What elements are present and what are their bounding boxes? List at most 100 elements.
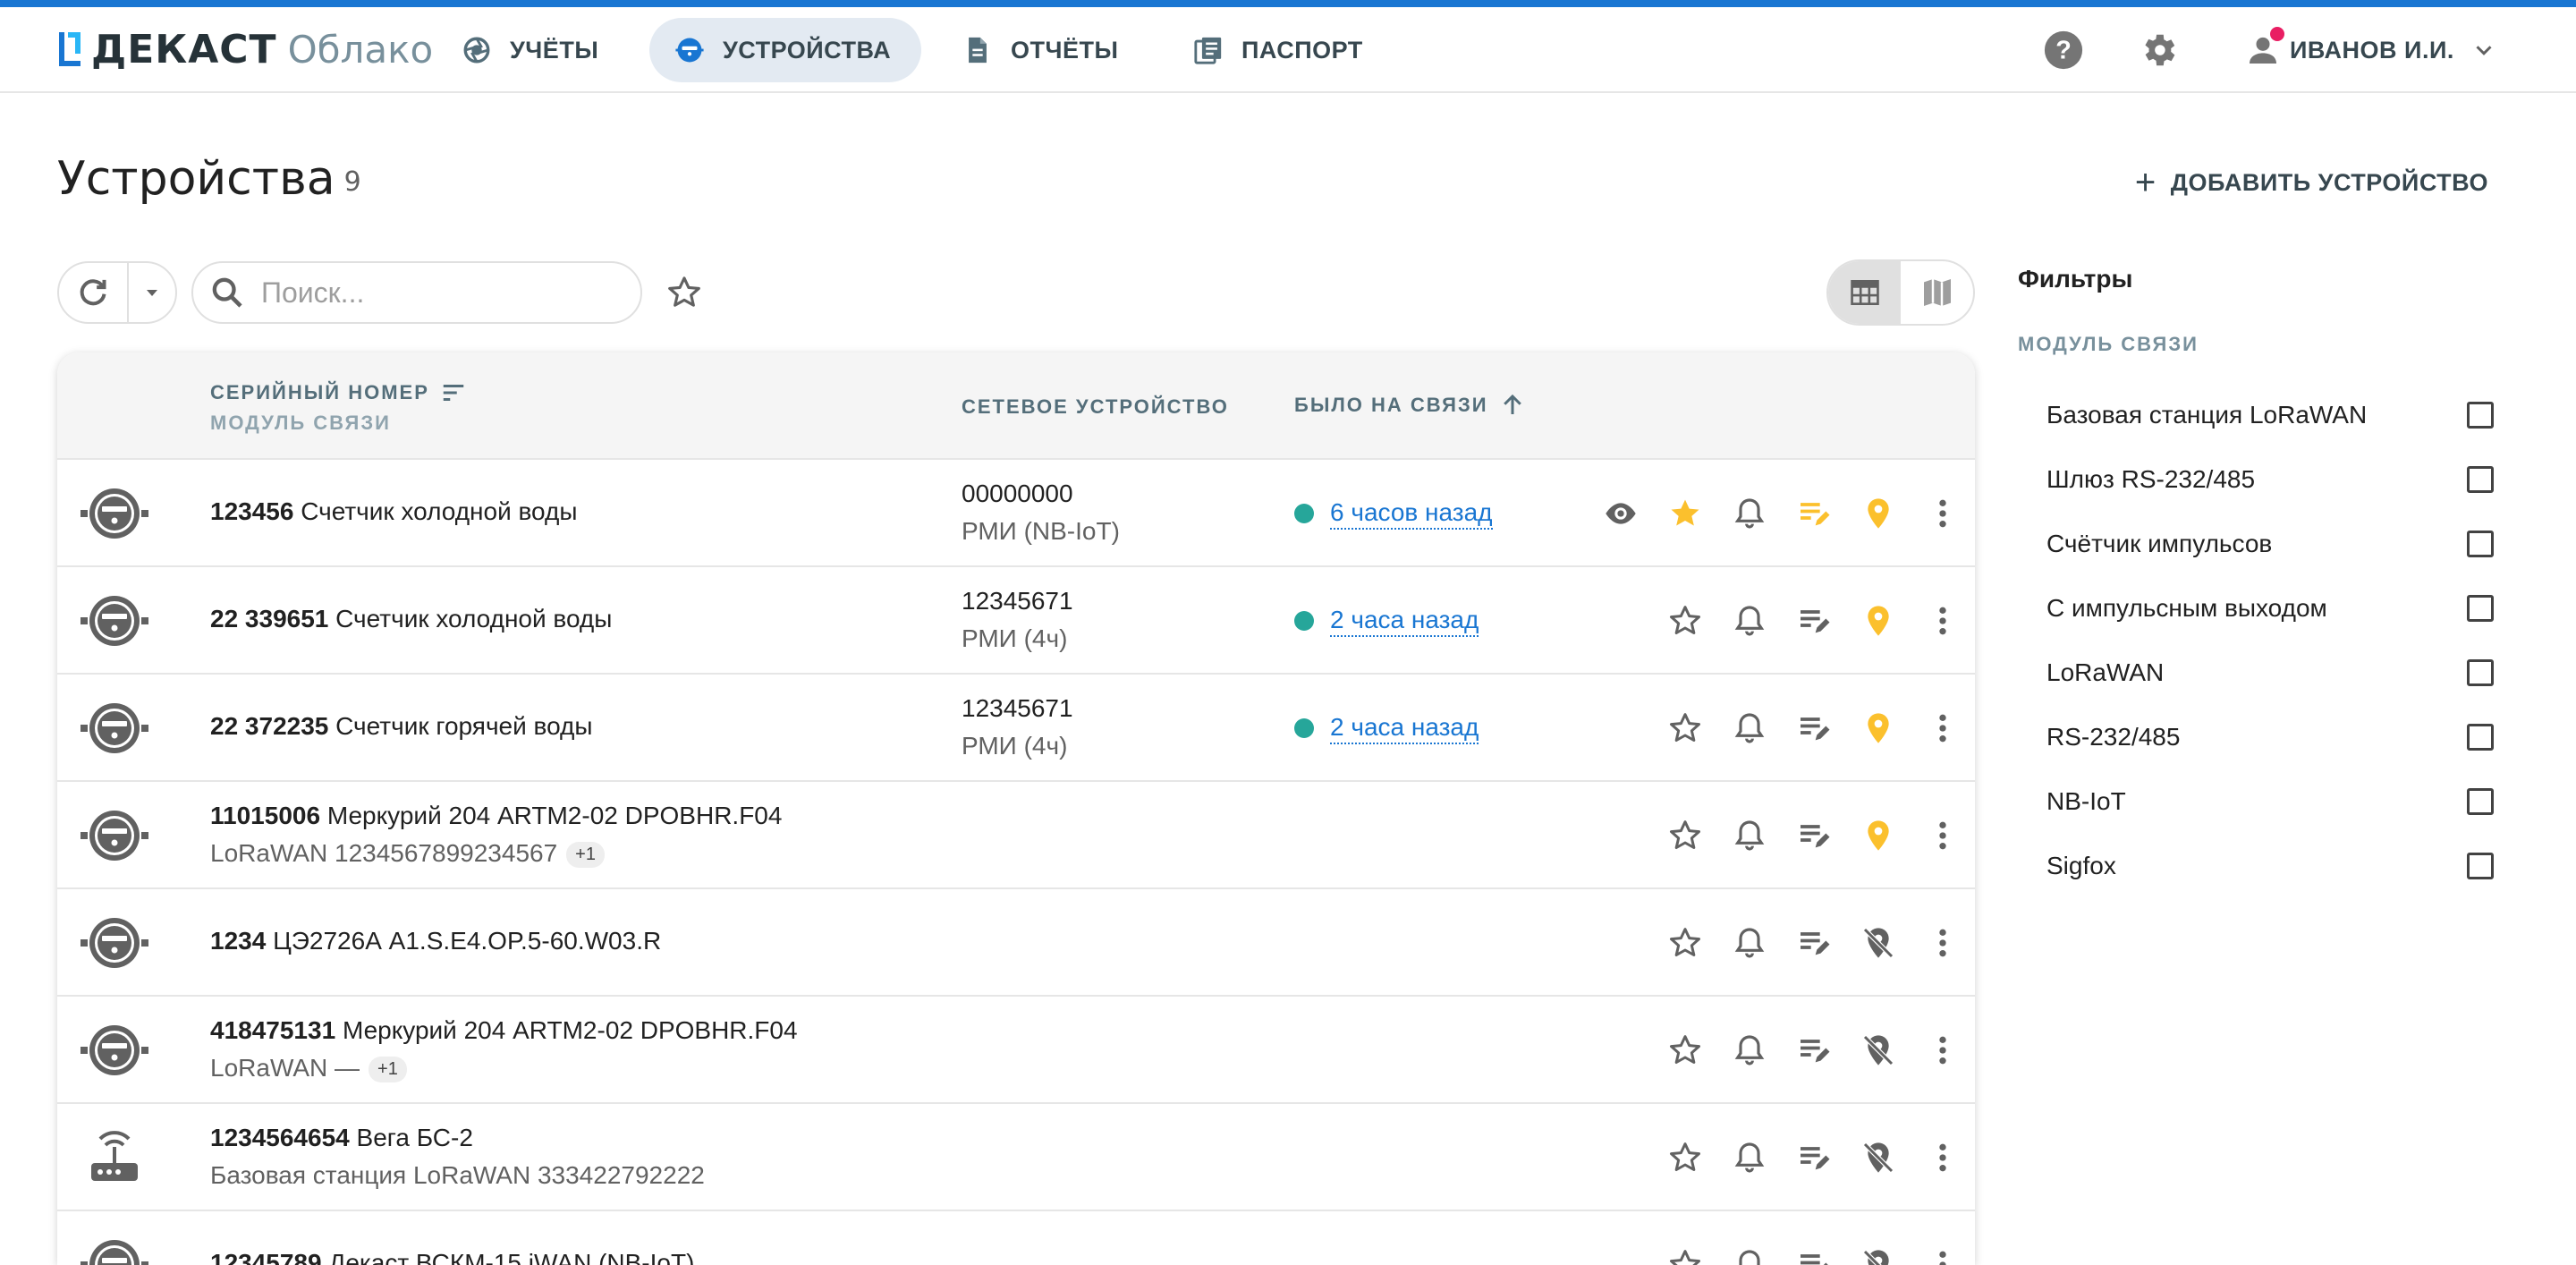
filter-option[interactable]: LoRaWAN: [2046, 655, 2494, 691]
location-button[interactable]: [1860, 603, 1896, 639]
notifications-button[interactable]: [1732, 496, 1767, 531]
favorite-button[interactable]: [1667, 496, 1703, 531]
table-row[interactable]: 12345789 Декаст ВСКМ-15 iWAN (NB-IoT): [57, 1211, 1975, 1265]
network-column-header[interactable]: СЕТЕВОЕ УСТРОЙСТВО: [962, 395, 1229, 419]
edit-notes-button[interactable]: [1796, 1140, 1832, 1176]
nav-reports[interactable]: ОТЧЁТЫ: [937, 18, 1148, 82]
filter-option[interactable]: Базовая станция LoRaWAN: [2046, 397, 2494, 433]
location-button[interactable]: [1860, 710, 1896, 746]
notifications-button[interactable]: [1732, 818, 1767, 853]
table-row[interactable]: 123456 Счетчик холодной воды 00000000 РМИ …: [57, 460, 1975, 567]
location-button[interactable]: [1860, 1140, 1896, 1176]
more-menu-button[interactable]: [1925, 496, 1961, 531]
favorite-button[interactable]: [1667, 603, 1703, 639]
product-name: Облако: [287, 27, 434, 72]
favorite-button[interactable]: [1667, 1032, 1703, 1068]
filter-checkbox[interactable]: [2467, 531, 2494, 557]
edit-notes-button[interactable]: [1796, 1032, 1832, 1068]
favorite-button[interactable]: [1667, 925, 1703, 961]
filter-option[interactable]: Sigfox: [2046, 848, 2494, 884]
filter-checkbox[interactable]: [2467, 788, 2494, 815]
star-outline-icon: [1670, 606, 1700, 634]
location-pin-icon: [1868, 713, 1889, 743]
serial-column-header[interactable]: СЕРИЙНЫЙ НОМЕР: [210, 379, 467, 406]
notifications-button[interactable]: [1732, 1140, 1767, 1176]
search-input[interactable]: [259, 275, 603, 310]
filter-option[interactable]: RS-232/485: [2046, 719, 2494, 755]
more-menu-button[interactable]: [1925, 603, 1961, 639]
notifications-button[interactable]: [1732, 1032, 1767, 1068]
arrow-up-icon: [1503, 394, 1521, 414]
favorite-button[interactable]: [1667, 818, 1703, 853]
notifications-button[interactable]: [1732, 603, 1767, 639]
filter-option[interactable]: NB-IoT: [2046, 784, 2494, 819]
table-row[interactable]: 11015006 Меркурий 204 ARTM2-02 DPOBHR.F0…: [57, 782, 1975, 889]
device-title: 22 372235 Счетчик горячей воды: [210, 712, 593, 741]
app-logo[interactable]: ДЕКАСТ Облако: [57, 27, 433, 72]
edit-notes-button[interactable]: [1796, 496, 1832, 531]
filter-checkbox[interactable]: [2467, 595, 2494, 622]
bell-icon: [1734, 820, 1765, 851]
last-seen-link[interactable]: 6 часов назад: [1330, 497, 1493, 530]
notifications-button[interactable]: [1732, 925, 1767, 961]
edit-notes-button[interactable]: [1796, 925, 1832, 961]
device-title: 22 339651 Счетчик холодной воды: [210, 605, 612, 633]
user-menu[interactable]: ИВАНОВ И.И.: [2245, 18, 2497, 82]
help-button[interactable]: ?: [2043, 18, 2084, 82]
table-row[interactable]: 418475131 Меркурий 204 ARTM2-02 DPOBHR.F…: [57, 997, 1975, 1104]
edit-notes-icon: [1801, 1040, 1830, 1063]
more-menu-button[interactable]: [1925, 710, 1961, 746]
table-view-button[interactable]: [1828, 261, 1901, 324]
location-button[interactable]: [1860, 1032, 1896, 1068]
nav-accounting[interactable]: УЧЁТЫ: [436, 18, 629, 82]
module-count-badge[interactable]: +1: [566, 842, 605, 869]
more-menu-button[interactable]: [1925, 925, 1961, 961]
table-row[interactable]: 1234 ЦЭ2726А A1.S.E4.OP.5-60.W03.R: [57, 889, 1975, 997]
filter-option[interactable]: Шлюз RS-232/485: [2046, 462, 2494, 497]
edit-notes-icon: [1801, 610, 1830, 633]
module-column-header[interactable]: МОДУЛЬ СВЯЗИ: [210, 412, 391, 435]
location-button[interactable]: [1860, 496, 1896, 531]
filter-label: LoRaWAN: [2046, 658, 2165, 686]
notifications-button[interactable]: [1732, 1247, 1767, 1265]
location-button[interactable]: [1860, 818, 1896, 853]
filter-checkbox[interactable]: [2467, 466, 2494, 493]
view-button[interactable]: [1603, 496, 1639, 531]
filter-checkbox[interactable]: [2467, 402, 2494, 429]
location-button[interactable]: [1860, 925, 1896, 961]
favorite-button[interactable]: [1667, 1247, 1703, 1265]
more-menu-button[interactable]: [1925, 1032, 1961, 1068]
more-menu-button[interactable]: [1925, 818, 1961, 853]
edit-notes-button[interactable]: [1796, 710, 1832, 746]
last-seen-link[interactable]: 2 часа назад: [1330, 712, 1479, 744]
favorite-button[interactable]: [1667, 710, 1703, 746]
add-device-button[interactable]: + ДОБАВИТЬ УСТРОЙСТВО: [2135, 165, 2488, 200]
table-row[interactable]: 1234564654 Вега БС-2 Базовая станция LoRa…: [57, 1104, 1975, 1211]
refresh-button[interactable]: [59, 263, 129, 322]
meter-icon: [79, 914, 150, 972]
location-button[interactable]: [1860, 1247, 1896, 1265]
map-view-button[interactable]: [1901, 261, 1973, 324]
edit-notes-button[interactable]: [1796, 818, 1832, 853]
settings-button[interactable]: [2138, 18, 2179, 82]
more-menu-button[interactable]: [1925, 1140, 1961, 1176]
table-row[interactable]: 22 372235 Счетчик горячей воды 12345671 РМ…: [57, 675, 1975, 782]
filter-checkbox[interactable]: [2467, 724, 2494, 751]
filter-checkbox[interactable]: [2467, 853, 2494, 879]
refresh-options-button[interactable]: [129, 263, 175, 322]
filter-option[interactable]: С импульсным выходом: [2046, 590, 2494, 626]
favorite-button[interactable]: [1667, 1140, 1703, 1176]
table-row[interactable]: 22 339651 Счетчик холодной воды 12345671 Р…: [57, 567, 1975, 675]
edit-notes-button[interactable]: [1796, 603, 1832, 639]
filter-option[interactable]: Счётчик импульсов: [2046, 526, 2494, 562]
nav-devices[interactable]: УСТРОЙСТВА: [649, 18, 922, 82]
favorites-filter-button[interactable]: [665, 274, 703, 316]
module-count-badge[interactable]: +1: [369, 1057, 407, 1083]
notifications-button[interactable]: [1732, 710, 1767, 746]
edit-notes-button[interactable]: [1796, 1247, 1832, 1265]
nav-passport[interactable]: ПАСПОРТ: [1168, 18, 1394, 82]
last-seen-link[interactable]: 2 часа назад: [1330, 605, 1479, 637]
more-menu-button[interactable]: [1925, 1247, 1961, 1265]
filter-checkbox[interactable]: [2467, 659, 2494, 686]
last-seen-column-header[interactable]: БЫЛО НА СВЯЗИ: [1294, 392, 1526, 419]
